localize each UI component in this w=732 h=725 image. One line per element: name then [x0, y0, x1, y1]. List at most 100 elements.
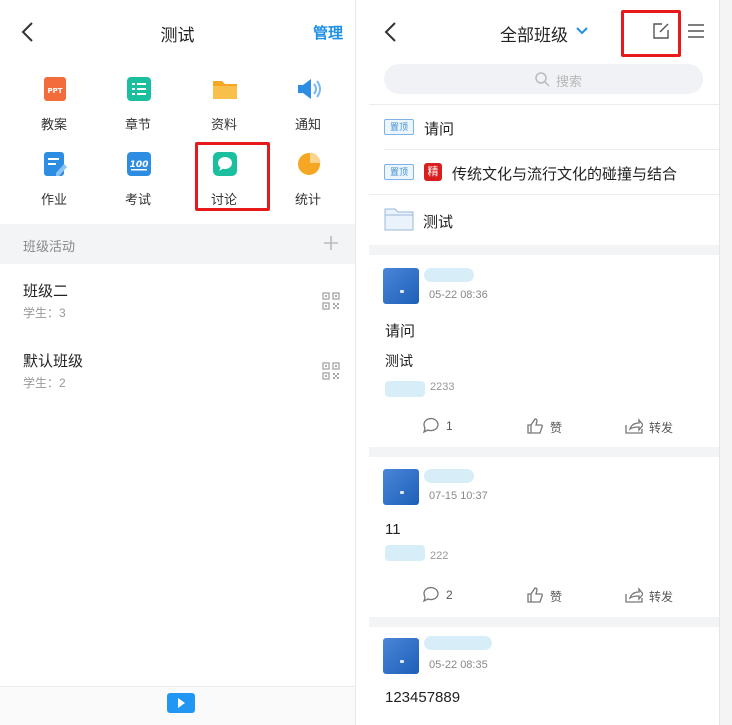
scroll-edge: [719, 0, 732, 725]
manage-button[interactable]: 管理: [313, 22, 343, 43]
highlight-box-discussion: [195, 142, 270, 211]
like-button[interactable]: 赞: [526, 417, 576, 435]
class-item[interactable]: 班级二 学生：3: [0, 270, 355, 336]
chapter-list-icon: [127, 77, 151, 101]
comment-icon: [422, 417, 439, 434]
class-name: 默认班级: [23, 353, 84, 370]
grid-item-notice[interactable]: 通知: [266, 68, 350, 138]
grid-item-homework[interactable]: 作业: [12, 143, 96, 213]
post-time: 05-22 08:35: [429, 659, 488, 671]
like-button[interactable]: 赞: [526, 586, 576, 604]
comment-count: 1: [446, 419, 453, 433]
pinned-title: 请问: [424, 121, 455, 138]
grid-item-label: 作业: [40, 192, 67, 207]
bottom-bar: [0, 686, 355, 725]
grid-item-materials[interactable]: 资料: [182, 68, 266, 138]
class-filter-title[interactable]: 全部班级: [500, 21, 568, 46]
chevron-down-icon[interactable]: [575, 26, 589, 36]
search-placeholder: 搜索: [556, 74, 583, 89]
avatar[interactable]: [383, 638, 419, 674]
post-views: 2233: [430, 381, 455, 393]
grid-item-label: 统计: [294, 192, 321, 207]
grid-item-statistics[interactable]: 统计: [266, 143, 350, 213]
author-name-blurred: [424, 469, 474, 483]
folder-name[interactable]: 测试: [423, 211, 453, 232]
class-item[interactable]: 默认班级 学生：2: [0, 340, 355, 406]
share-icon: [625, 587, 643, 603]
grid-item-lesson-plan[interactable]: PPT 教案: [12, 68, 96, 138]
class-students: 学生：3: [23, 306, 66, 320]
exam-100-icon: 100: [127, 152, 151, 176]
share-label: 转发: [649, 421, 674, 435]
play-button[interactable]: [167, 693, 195, 713]
blurred-content: [385, 545, 425, 561]
speaker-icon: [298, 79, 321, 99]
section-separator: [369, 245, 719, 255]
post-time: 07-15 10:37: [429, 490, 488, 502]
folder-outline-icon[interactable]: [384, 207, 414, 231]
featured-badge: 精: [424, 163, 442, 181]
divider: [369, 194, 719, 195]
pinned-topic[interactable]: 置顶 精 传统文化与流行文化的碰撞与结合: [369, 150, 719, 194]
folder-icon: [213, 81, 237, 99]
blurred-content: [385, 381, 425, 397]
grid-item-label: 章节: [124, 117, 151, 132]
thumbs-up-icon: [527, 587, 543, 603]
page-title: 测试: [160, 26, 195, 45]
author-name-blurred: [424, 268, 474, 282]
plus-icon[interactable]: [322, 234, 340, 252]
svg-text:PPT: PPT: [47, 87, 62, 95]
homework-pen-icon: [44, 152, 67, 176]
post-body: 11: [385, 521, 401, 538]
highlight-box-compose: [621, 10, 681, 57]
share-button[interactable]: 转发: [625, 586, 685, 604]
discussion-post[interactable]: 05-22 08:36 请问 测试 2233 1 赞 转发: [369, 255, 719, 447]
play-icon: [178, 698, 185, 708]
pinned-tag: 置顶: [384, 164, 414, 180]
qr-code-icon[interactable]: [322, 292, 340, 310]
menu-icon[interactable]: [687, 23, 705, 39]
share-icon: [625, 418, 643, 434]
ppt-icon: PPT: [44, 77, 66, 101]
avatar[interactable]: [383, 469, 419, 505]
search-input[interactable]: 搜索: [384, 64, 703, 94]
panel-gap: [356, 0, 369, 725]
search-icon: [535, 72, 550, 87]
share-button[interactable]: 转发: [625, 417, 685, 435]
class-activity-section: 班级活动: [0, 224, 355, 264]
share-label: 转发: [649, 590, 674, 604]
pinned-topic[interactable]: 置顶 请问: [369, 105, 719, 149]
post-body: 123457889: [385, 689, 461, 706]
like-label: 赞: [550, 421, 563, 435]
author-name-blurred: [424, 636, 492, 650]
comment-button[interactable]: 1: [422, 417, 472, 435]
post-body: 测试: [385, 353, 413, 369]
post-views: 222: [430, 550, 449, 562]
grid-item-label: 教案: [40, 117, 67, 132]
avatar[interactable]: [383, 268, 419, 304]
svg-text:100: 100: [130, 160, 149, 170]
course-panel: 测试 管理 PPT 教案 章节 资料 通知 作业 100 考试 讨论 统计 班级…: [0, 0, 356, 725]
qr-code-icon[interactable]: [322, 362, 340, 380]
grid-item-label: 资料: [210, 117, 237, 132]
course-header: 测试 管理: [0, 0, 355, 64]
thumbs-up-icon: [527, 418, 543, 434]
comment-count: 2: [446, 588, 453, 602]
discussion-post[interactable]: 05-22 08:35 123457889: [369, 627, 719, 725]
class-name: 班级二: [23, 283, 69, 300]
section-title: 班级活动: [23, 239, 76, 254]
section-separator: [369, 617, 719, 627]
grid-item-exam[interactable]: 100 考试: [96, 143, 180, 213]
grid-item-label: 考试: [124, 192, 151, 207]
pie-chart-icon: [298, 152, 321, 175]
class-students: 学生：2: [23, 376, 66, 390]
grid-item-chapters[interactable]: 章节: [96, 68, 180, 138]
comment-button[interactable]: 2: [422, 586, 472, 604]
discussion-panel: 全部班级 搜索 置顶 请问 置顶 精 传统文化与流行文化的碰撞与结合 测试 05…: [369, 0, 719, 725]
pinned-title: 传统文化与流行文化的碰撞与结合: [452, 166, 678, 183]
pinned-tag: 置顶: [384, 119, 414, 135]
discussion-post[interactable]: 07-15 10:37 11 222 2 赞 转发: [369, 457, 719, 617]
back-arrow-icon[interactable]: [381, 20, 401, 44]
section-separator: [369, 447, 719, 457]
comment-icon: [422, 586, 439, 603]
